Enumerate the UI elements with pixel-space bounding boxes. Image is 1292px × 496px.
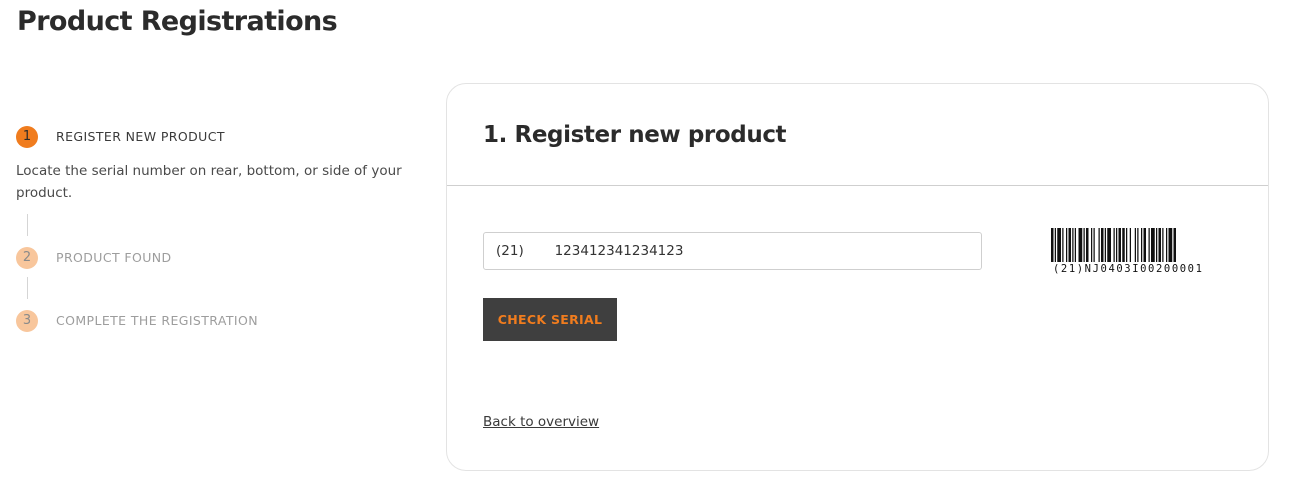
- step-number-badge: 1: [16, 126, 38, 148]
- barcode-bar: [1129, 228, 1131, 262]
- barcode-bar: [1162, 228, 1164, 262]
- barcode-bar: [1126, 228, 1128, 262]
- registration-stepper: 1 REGISTER NEW PRODUCT Locate the serial…: [16, 126, 416, 332]
- step-connector: [27, 214, 28, 236]
- barcode-bar: [1156, 228, 1158, 262]
- barcode-bar: [1066, 228, 1068, 262]
- barcode-caption: (21)NJ0403I00200001: [1053, 263, 1204, 275]
- barcode-bar: [1116, 228, 1118, 262]
- step-number-badge: 3: [16, 310, 38, 332]
- step-register-new-product: 1 REGISTER NEW PRODUCT: [16, 126, 416, 148]
- barcode-bar: [1143, 228, 1146, 262]
- back-to-overview-link[interactable]: Back to overview: [483, 414, 599, 430]
- barcode-bar: [1137, 228, 1139, 262]
- barcode-bar: [1074, 228, 1076, 262]
- step-product-found: 2 PRODUCT FOUND: [16, 247, 416, 269]
- step-label: PRODUCT FOUND: [56, 250, 172, 265]
- step-number-badge: 2: [16, 247, 38, 269]
- barcode-bar: [1118, 228, 1121, 262]
- barcode-bar: [1072, 228, 1074, 262]
- register-product-card: 1. Register new product (21)NJ0403I00200…: [446, 83, 1269, 471]
- barcode-bar: [1134, 228, 1136, 262]
- barcode-bar: [1051, 228, 1054, 262]
- barcode-image: (21)NJ0403I00200001: [1051, 228, 1227, 276]
- barcode-bar: [1113, 228, 1115, 262]
- barcode-bar: [1054, 228, 1056, 262]
- barcode-bar: [1086, 228, 1089, 262]
- card-divider: [447, 185, 1268, 186]
- barcode-bar: [1098, 228, 1100, 262]
- barcode-bar: [1166, 228, 1168, 262]
- step-complete-registration: 3 COMPLETE THE REGISTRATION: [16, 310, 416, 332]
- barcode-bar: [1107, 228, 1111, 262]
- barcode-bar: [1062, 228, 1064, 262]
- step-label: REGISTER NEW PRODUCT: [56, 129, 225, 144]
- barcode-bar: [1148, 228, 1150, 262]
- barcode-bar: [1101, 228, 1104, 262]
- barcode-bar: [1158, 228, 1161, 262]
- barcode-bar: [1104, 228, 1106, 262]
- barcode-bar: [1093, 228, 1095, 262]
- card-title: 1. Register new product: [483, 122, 787, 148]
- check-serial-button[interactable]: CHECK SERIAL: [483, 298, 617, 341]
- serial-number-input[interactable]: [483, 232, 982, 270]
- barcode-bar: [1173, 228, 1176, 262]
- barcode-bar: [1151, 228, 1155, 262]
- page-title: Product Registrations: [17, 6, 338, 37]
- barcode-bar: [1078, 228, 1083, 262]
- barcode-bars: [1051, 228, 1176, 262]
- barcode-bar: [1083, 228, 1085, 262]
- barcode-bar: [1122, 228, 1125, 262]
- barcode-bar: [1091, 228, 1093, 262]
- barcode-bar: [1068, 228, 1071, 262]
- barcode-bar: [1168, 228, 1173, 262]
- step-connector: [27, 277, 28, 299]
- barcode-bar: [1141, 228, 1143, 262]
- barcode-bar: [1057, 228, 1061, 262]
- step-description: Locate the serial number on rear, bottom…: [16, 163, 402, 201]
- step-label: COMPLETE THE REGISTRATION: [56, 313, 258, 328]
